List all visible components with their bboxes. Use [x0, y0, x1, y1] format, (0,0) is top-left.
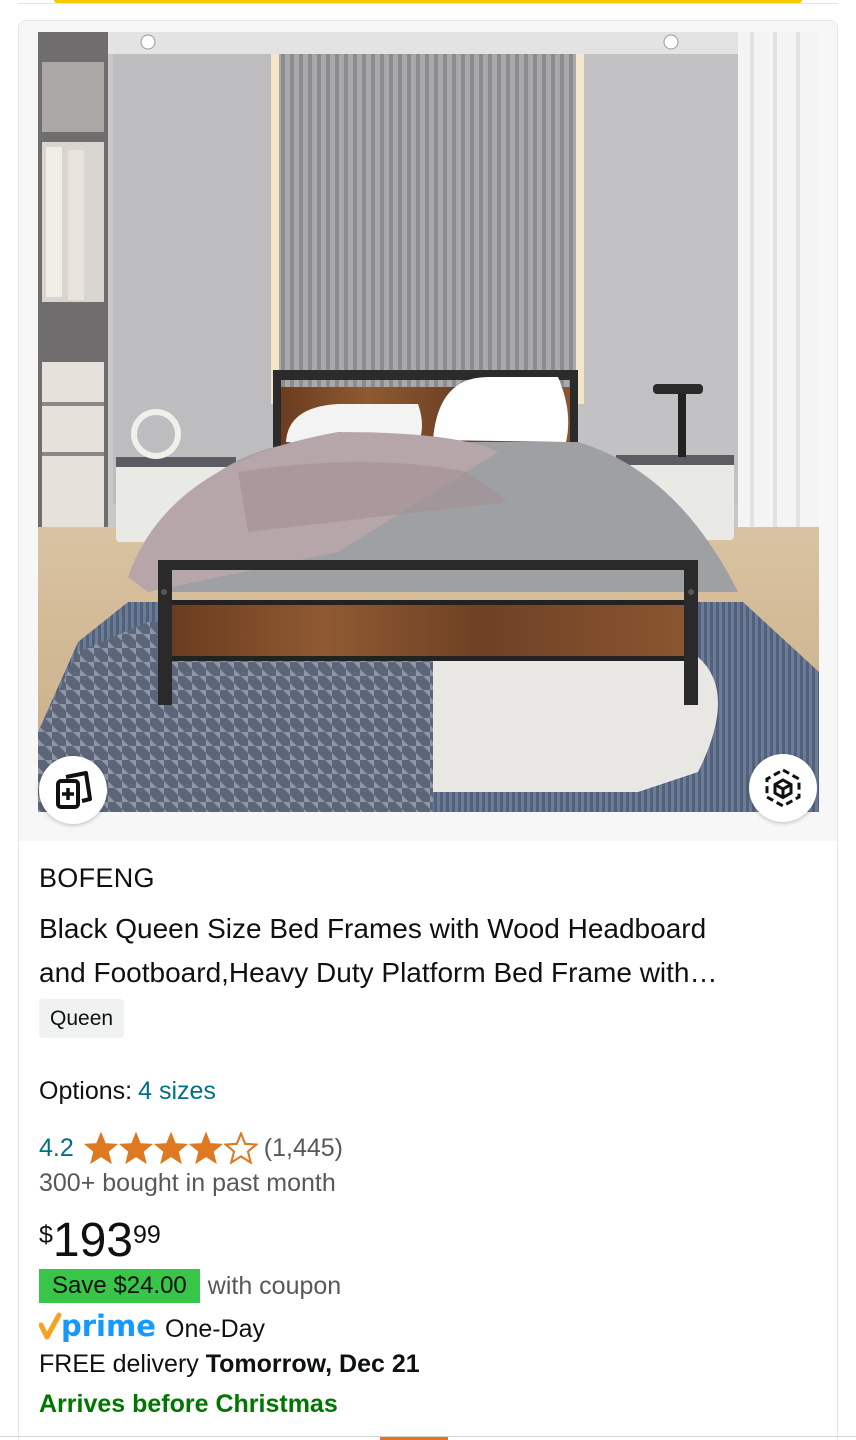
product-image-area[interactable] — [19, 21, 837, 841]
compare-button[interactable] — [39, 756, 107, 824]
coupon-row: Save $24.00 with coupon — [39, 1269, 341, 1303]
coupon-suffix: with coupon — [207, 1271, 342, 1300]
arrives-before-christmas: Arrives before Christmas — [39, 1390, 338, 1418]
prime-row: prime One-Day — [39, 1311, 265, 1347]
price-whole: 193 — [52, 1214, 133, 1267]
size-badge: Queen — [39, 999, 125, 1038]
prime-label: prime — [61, 1311, 156, 1343]
view-in-3d-button[interactable] — [749, 754, 817, 822]
bought-in-past-month: 300+ bought in past month — [39, 1169, 336, 1197]
star-icon — [83, 1132, 118, 1164]
brand-name: BOFENG — [39, 863, 155, 893]
options-row: Options: 4 sizes — [39, 1077, 216, 1106]
product-card[interactable]: BOFENG Black Queen Size Bed Frames with … — [18, 20, 838, 1440]
rating-value[interactable]: 4.2 — [39, 1134, 74, 1163]
price-fraction: 99 — [133, 1221, 161, 1249]
coupon-badge: Save $24.00 — [39, 1269, 200, 1303]
top-accent-bar — [54, 0, 802, 3]
compare-icon — [56, 771, 92, 809]
delivery-info: FREE delivery Tomorrow, Dec 21 — [39, 1350, 420, 1379]
rating-row[interactable]: 4.2 (1,445) — [39, 1131, 343, 1165]
price: $ 193 99 — [39, 1213, 161, 1269]
prime-speed: One-Day — [165, 1314, 266, 1343]
star-rating[interactable] — [83, 1132, 258, 1164]
bottom-divider — [0, 1436, 856, 1440]
top-divider — [18, 0, 838, 4]
delivery-prefix: FREE delivery — [39, 1350, 206, 1378]
view-in-3d-icon — [765, 768, 801, 808]
rating-count[interactable]: (1,445) — [264, 1134, 343, 1163]
star-icon — [118, 1132, 153, 1164]
options-label: Options: — [39, 1077, 133, 1105]
prime-logo: prime — [39, 1311, 156, 1343]
product-title-line-1[interactable]: Black Queen Size Bed Frames with Wood He… — [39, 907, 819, 951]
prime-check-icon — [39, 1312, 62, 1340]
delivery-date: Tomorrow, Dec 21 — [205, 1350, 420, 1378]
star-empty-icon — [223, 1132, 258, 1164]
product-title[interactable]: Black Queen Size Bed Frames with Wood He… — [39, 907, 819, 995]
product-title-line-2[interactable]: and Footboard,Heavy Duty Platform Bed Fr… — [39, 951, 819, 995]
star-icon — [153, 1132, 188, 1164]
star-icon — [188, 1132, 223, 1164]
options-sizes-link[interactable]: 4 sizes — [138, 1077, 216, 1105]
price-symbol: $ — [39, 1221, 53, 1249]
product-photo[interactable] — [38, 32, 819, 812]
